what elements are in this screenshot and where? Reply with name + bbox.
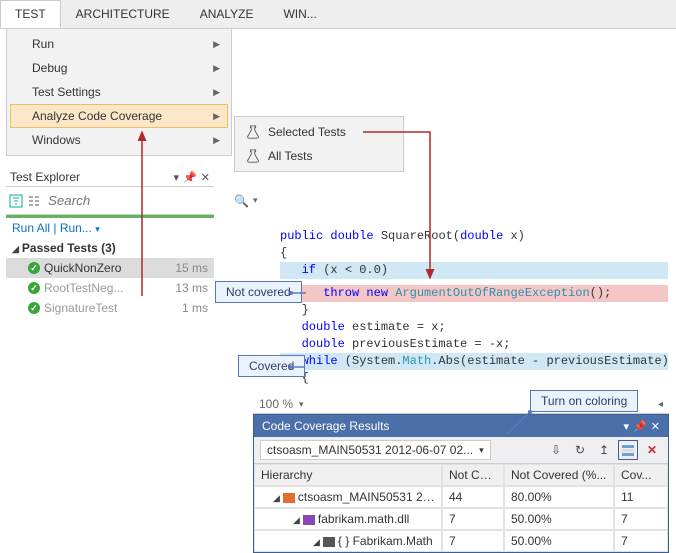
- import-icon[interactable]: ⇩: [546, 440, 566, 460]
- chevron-right-icon: ▶: [213, 111, 220, 122]
- close-icon[interactable]: ✕: [201, 171, 210, 184]
- menu-debug[interactable]: Debug▶: [10, 56, 228, 80]
- run-all-link[interactable]: Run All: [12, 221, 50, 235]
- pass-icon: ✓: [28, 282, 40, 294]
- code-editor[interactable]: public double SquareRoot(double x) { if …: [280, 228, 668, 387]
- test-explorer-title: Test Explorer: [10, 170, 80, 184]
- callout-covered: Covered: [238, 355, 305, 377]
- coverage-cell: 50.00%: [504, 508, 614, 530]
- test-row[interactable]: ✓RootTestNeg...13 ms: [6, 278, 214, 298]
- chevron-right-icon: ▶: [213, 39, 220, 50]
- zoom-value[interactable]: 100 %: [259, 397, 293, 411]
- refresh-icon[interactable]: ↻: [570, 440, 590, 460]
- pin-icon[interactable]: 📌: [183, 171, 197, 184]
- coverage-cell: 7: [442, 508, 504, 530]
- menu-windows[interactable]: WIN...: [268, 0, 331, 28]
- coverage-cell: 80.00%: [504, 486, 614, 508]
- toggle-coloring-button[interactable]: [618, 440, 638, 460]
- callout-not-covered: Not covered: [215, 281, 302, 303]
- code-coverage-panel: Code Coverage Results ▾ 📌 ✕ ctsoasm_MAIN…: [253, 414, 669, 553]
- col-covered[interactable]: Cov...: [614, 464, 668, 486]
- zoom-bar: 100 % ▾ ◂: [253, 395, 669, 414]
- chevron-down-icon[interactable]: ▾: [299, 399, 304, 410]
- close-icon[interactable]: ✕: [651, 420, 660, 433]
- export-icon[interactable]: ↥: [594, 440, 614, 460]
- flask-icon: [246, 149, 260, 163]
- menu-analyze-code-coverage[interactable]: Analyze Code Coverage▶: [10, 104, 228, 128]
- menubar: TEST ARCHITECTURE ANALYZE WIN...: [0, 0, 676, 29]
- coverage-row-hierarchy[interactable]: ◢ctsoasm_MAIN50531 201...: [254, 486, 442, 508]
- coverage-grid: Hierarchy Not Cov... Not Covered (%... C…: [254, 464, 668, 486]
- col-not-covered-pct[interactable]: Not Covered (%...: [504, 464, 614, 486]
- test-row[interactable]: ✓SignatureTest1 ms: [6, 298, 214, 318]
- coverage-cell: 50.00%: [504, 530, 614, 552]
- chevron-right-icon: ▶: [213, 63, 220, 74]
- panel-title: Code Coverage Results: [262, 419, 389, 433]
- test-row[interactable]: ✓QuickNonZero15 ms: [6, 258, 214, 278]
- menu-windows-sub[interactable]: Windows▶: [10, 128, 228, 152]
- test-menu-dropdown: Run▶ Debug▶ Test Settings▶ Analyze Code …: [6, 28, 232, 156]
- submenu-selected-tests[interactable]: Selected Tests: [238, 120, 400, 144]
- chevron-left-icon[interactable]: ◂: [658, 399, 663, 410]
- group-icon[interactable]: [27, 191, 41, 211]
- pass-icon: ✓: [28, 262, 40, 274]
- coverage-cell: 7: [614, 508, 668, 530]
- filter-icon[interactable]: [9, 191, 23, 211]
- passed-tests-group[interactable]: ◢Passed Tests (3): [6, 238, 214, 258]
- delete-icon[interactable]: ✕: [642, 440, 662, 460]
- menu-test-settings[interactable]: Test Settings▶: [10, 80, 228, 104]
- search-icon[interactable]: 🔍: [234, 191, 249, 211]
- pass-icon: ✓: [28, 302, 40, 314]
- covered-line: while (System.Math.Abs(estimate - previo…: [280, 353, 668, 370]
- coverage-row-hierarchy[interactable]: ◢fabrikam.math.dll: [254, 508, 442, 530]
- run-link[interactable]: Run...: [60, 221, 92, 235]
- code-coverage-submenu: Selected Tests All Tests: [234, 116, 404, 172]
- coverage-row-hierarchy[interactable]: ◢{ } Fabrikam.Math: [254, 530, 442, 552]
- submenu-all-tests[interactable]: All Tests: [238, 144, 400, 168]
- search-input[interactable]: [45, 190, 230, 211]
- menu-test[interactable]: TEST: [0, 0, 61, 28]
- menu-analyze[interactable]: ANALYZE: [185, 0, 269, 28]
- dropdown-icon[interactable]: ▾: [174, 171, 180, 184]
- col-hierarchy[interactable]: Hierarchy: [254, 464, 442, 486]
- coverage-cell: 44: [442, 486, 504, 508]
- dropdown-icon[interactable]: ▾: [253, 191, 258, 211]
- chevron-right-icon: ▶: [213, 87, 220, 98]
- menu-architecture[interactable]: ARCHITECTURE: [61, 0, 185, 28]
- not-covered-line: throw new ArgumentOutOfRangeException();: [280, 285, 668, 302]
- menu-run[interactable]: Run▶: [10, 32, 228, 56]
- coverage-cell: 7: [614, 530, 668, 552]
- dropdown-icon[interactable]: ▾: [624, 420, 630, 433]
- test-explorer-panel: Test Explorer ▾ 📌 ✕ 🔍 ▾ Run All | Run...…: [6, 168, 214, 318]
- coverage-run-dropdown[interactable]: ctsoasm_MAIN50531 2012-06-07 02...▾: [260, 440, 491, 460]
- flask-icon: [246, 125, 260, 139]
- chevron-right-icon: ▶: [213, 135, 220, 146]
- coverage-cell: 11: [614, 486, 668, 508]
- coverage-cell: 7: [442, 530, 504, 552]
- pin-icon[interactable]: 📌: [633, 420, 647, 433]
- col-not-covered[interactable]: Not Cov...: [442, 464, 504, 486]
